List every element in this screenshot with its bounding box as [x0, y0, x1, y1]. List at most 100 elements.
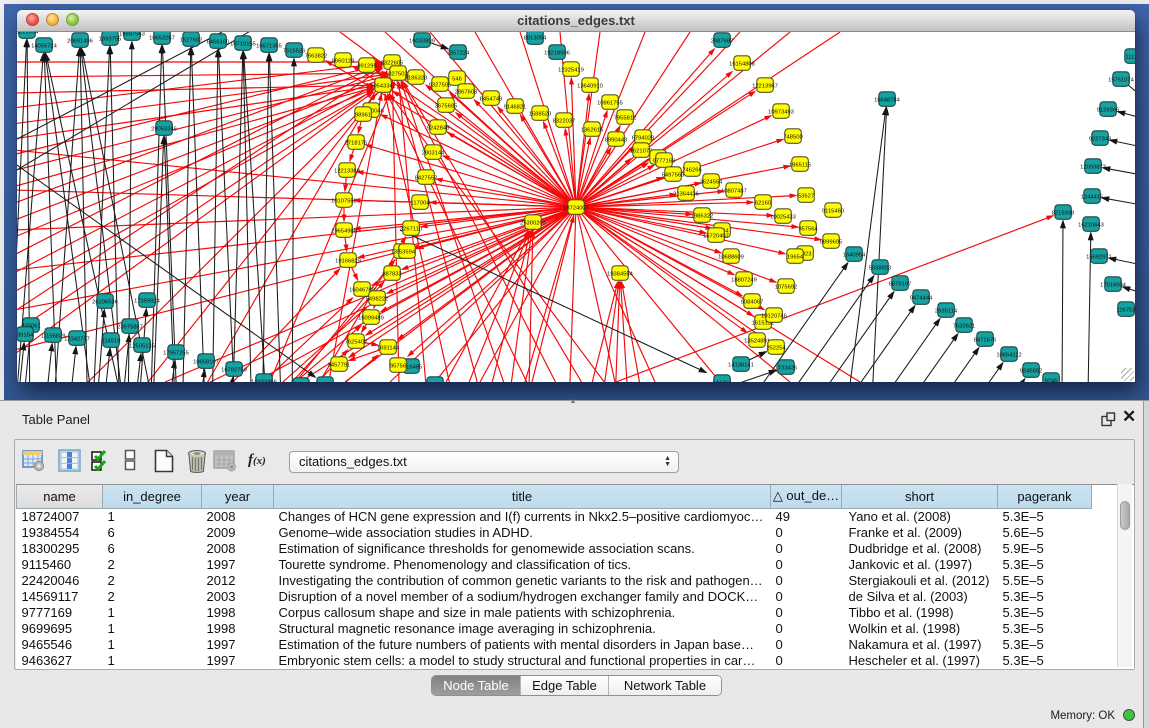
svg-text:1244415: 1244415 — [1081, 195, 1104, 201]
svg-text:95756: 95756 — [390, 364, 406, 370]
svg-text:748500: 748500 — [783, 135, 802, 141]
svg-text:53594: 53594 — [399, 250, 416, 256]
svg-text:10025433: 10025433 — [770, 215, 796, 221]
svg-text:546: 546 — [452, 77, 462, 83]
svg-text:16033809: 16033809 — [409, 39, 435, 45]
svg-text:2867608: 2867608 — [455, 90, 478, 96]
svg-text:2935114: 2935114 — [935, 309, 958, 315]
svg-text:1733426: 1733426 — [775, 366, 798, 372]
svg-text:19654985: 19654985 — [331, 229, 357, 235]
svg-text:29053346: 29053346 — [151, 127, 177, 133]
svg-text:10807487: 10807487 — [721, 189, 747, 195]
svg-text:9146821: 9146821 — [504, 105, 527, 111]
svg-text:15751074: 15751074 — [1108, 78, 1135, 84]
svg-text:98961: 98961 — [355, 113, 371, 119]
svg-text:6497568: 6497568 — [662, 173, 685, 179]
svg-text:62160: 62160 — [755, 201, 771, 207]
svg-text:11123: 11123 — [1125, 55, 1135, 61]
svg-text:16154808: 16154808 — [729, 62, 755, 68]
svg-text:16099489: 16099489 — [358, 316, 384, 322]
svg-text:5938923: 5938923 — [869, 266, 892, 272]
svg-text:3624554: 3624554 — [700, 180, 723, 186]
svg-text:141361: 141361 — [712, 381, 731, 382]
svg-text:10958107: 10958107 — [193, 360, 219, 366]
svg-text:9227343: 9227343 — [1089, 137, 1112, 143]
svg-text:957564: 957564 — [798, 227, 818, 233]
svg-text:2687682: 2687682 — [711, 39, 734, 45]
svg-text:1362615: 1362615 — [581, 128, 604, 134]
svg-text:114519: 114519 — [102, 339, 121, 345]
svg-text:1075692: 1075692 — [775, 285, 798, 291]
svg-text:8471676: 8471676 — [974, 338, 997, 344]
svg-text:7515526: 7515526 — [283, 49, 306, 55]
svg-text:19384554: 19384554 — [607, 272, 634, 278]
svg-text:1527602: 1527602 — [180, 38, 203, 44]
svg-text:12325419: 12325419 — [558, 68, 584, 74]
svg-text:6879197: 6879197 — [889, 282, 912, 288]
svg-text:12213369: 12213369 — [334, 169, 360, 175]
svg-text:7955812: 7955812 — [614, 116, 637, 122]
svg-text:1588520: 1588520 — [529, 112, 552, 118]
svg-text:8660128: 8660128 — [332, 59, 355, 65]
svg-text:7625402: 7625402 — [345, 340, 368, 346]
svg-text:11156829: 11156829 — [41, 334, 66, 340]
svg-text:10961755: 10961755 — [597, 101, 623, 107]
svg-text:25300203: 25300203 — [520, 221, 546, 227]
svg-text:10688609: 10688609 — [718, 255, 744, 261]
svg-text:12505135: 12505135 — [129, 344, 155, 350]
svg-text:21364436: 21364436 — [673, 192, 699, 198]
svg-text:18807249: 18807249 — [731, 278, 757, 284]
svg-text:1693755: 1693755 — [99, 37, 122, 43]
svg-text:39154: 39154 — [17, 333, 34, 339]
svg-text:9115460: 9115460 — [822, 209, 844, 215]
svg-text:1621072: 1621072 — [630, 149, 653, 155]
svg-text:8813054: 8813054 — [17, 32, 39, 36]
svg-text:252254: 252254 — [766, 346, 786, 352]
svg-text:6466160: 6466160 — [207, 40, 230, 46]
svg-text:16648784: 16648784 — [874, 98, 901, 104]
svg-text:10543342: 10543342 — [370, 84, 396, 90]
svg-text:12342737: 12342737 — [64, 337, 90, 343]
svg-text:12213967: 12213967 — [752, 84, 778, 90]
svg-text:6794028: 6794028 — [632, 136, 655, 142]
svg-text:14136141: 14136141 — [728, 363, 754, 369]
svg-text:19218506: 19218506 — [544, 51, 570, 57]
svg-text:9457791: 9457791 — [328, 363, 351, 369]
svg-text:8813054: 8813054 — [524, 36, 547, 42]
svg-text:18724007: 18724007 — [563, 206, 589, 212]
svg-text:9245652: 9245652 — [1020, 369, 1043, 375]
svg-text:19654: 19654 — [787, 255, 804, 261]
svg-text:7663822: 7663822 — [305, 54, 328, 60]
svg-text:5498222: 5498222 — [366, 297, 389, 303]
svg-text:16782759: 16782759 — [221, 368, 247, 374]
svg-text:10719155: 10719155 — [230, 42, 256, 48]
svg-text:10107552: 10107552 — [331, 199, 357, 205]
svg-text:117004: 117004 — [411, 201, 431, 207]
svg-text:16210643: 16210643 — [1078, 223, 1104, 229]
svg-text:9084067: 9084067 — [741, 300, 764, 306]
svg-text:17016504: 17016504 — [1100, 283, 1127, 289]
svg-text:9129366: 9129366 — [1097, 108, 1120, 114]
svg-text:12093873: 12093873 — [1080, 165, 1106, 171]
svg-text:53627: 53627 — [798, 194, 814, 200]
svg-text:887833: 887833 — [382, 272, 401, 278]
svg-text:10653267: 10653267 — [149, 36, 175, 42]
svg-text:16937563: 16937563 — [119, 32, 145, 38]
svg-text:1965115: 1965115 — [789, 163, 811, 169]
svg-text:26206536: 26206536 — [92, 300, 118, 306]
svg-text:12323466: 12323466 — [251, 380, 277, 382]
svg-text:3267110: 3267110 — [400, 227, 422, 233]
svg-text:15720407: 15720407 — [703, 234, 729, 240]
svg-text:13640910: 13640910 — [577, 84, 603, 90]
svg-text:2718176: 2718176 — [345, 141, 368, 147]
svg-text:746266: 746266 — [682, 168, 701, 174]
svg-text:17957255: 17957255 — [163, 351, 189, 357]
svg-text:7632621: 7632621 — [953, 324, 976, 330]
svg-text:10654112: 10654112 — [996, 353, 1021, 359]
svg-text:8990443: 8990443 — [605, 138, 628, 144]
svg-text:20691406: 20691406 — [67, 39, 93, 45]
svg-text:9777169: 9777169 — [653, 159, 676, 165]
svg-text:14055724: 14055724 — [31, 44, 58, 50]
svg-text:8322037: 8322037 — [553, 119, 576, 125]
svg-text:16671355: 16671355 — [256, 44, 282, 50]
